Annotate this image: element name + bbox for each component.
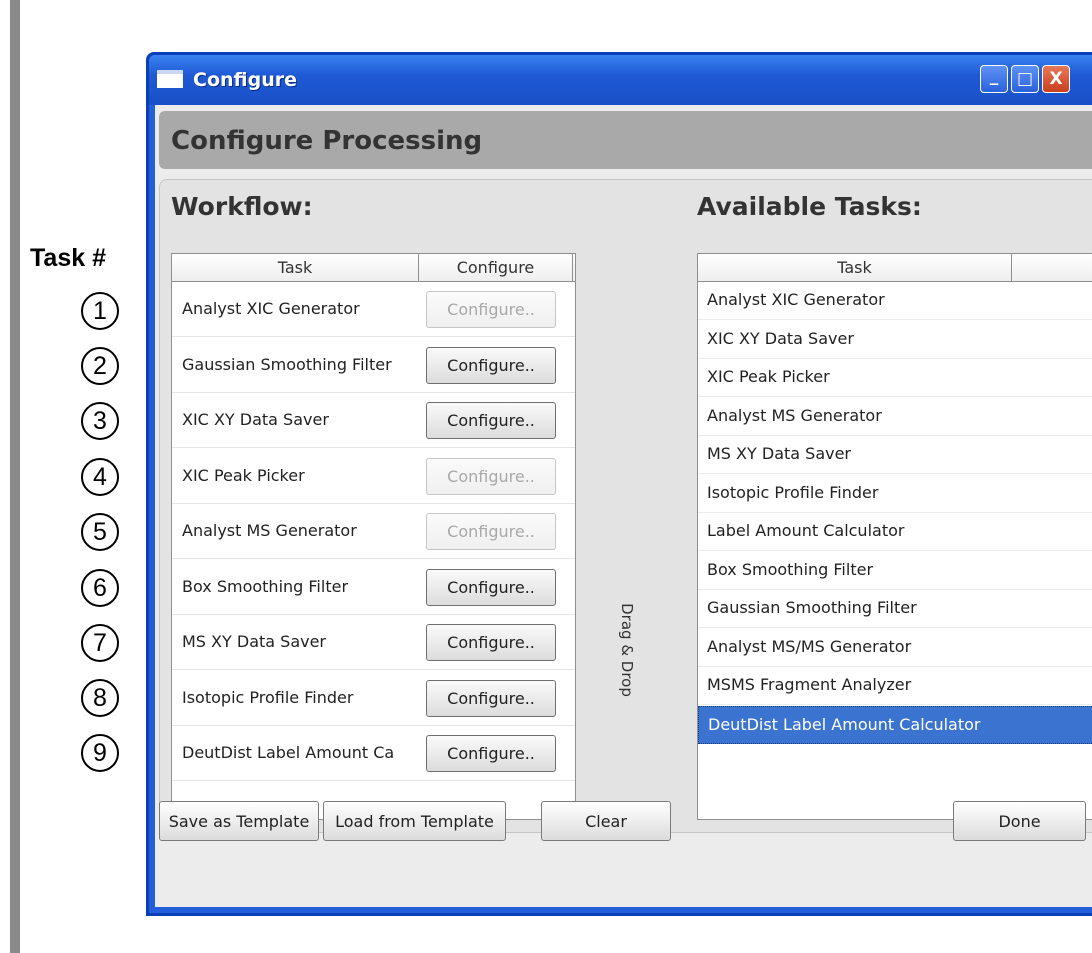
workflow-heading: Workflow:	[171, 192, 313, 221]
task-number-3: 3	[81, 402, 119, 440]
page-title: Configure Processing	[171, 126, 483, 156]
task-number-2: 2	[81, 347, 119, 385]
workflow-task-name: Box Smoothing Filter	[182, 576, 349, 596]
available-tasks-grid[interactable]: Task Analyst XIC Generator XIC XY Data Sa…	[697, 253, 1092, 820]
workflow-grid-header: Task Configure	[172, 254, 575, 282]
workflow-task-name: Gaussian Smoothing Filter	[182, 354, 392, 374]
workflow-task-name: XIC XY Data Saver	[182, 410, 329, 429]
configure-button[interactable]: Configure..	[426, 402, 556, 439]
available-task-name: MSMS Fragment Analyzer	[707, 675, 912, 694]
workflow-row[interactable]: DeutDist Label Amount Ca Configure..	[172, 726, 575, 781]
available-task-name: Isotopic Profile Finder	[707, 482, 879, 502]
task-number-9: 9	[81, 734, 119, 772]
workflow-task-name: MS XY Data Saver	[182, 632, 327, 651]
drag-drop-label: Drag & Drop	[618, 603, 636, 697]
available-task-name: Analyst XIC Generator	[707, 290, 885, 309]
workflow-task-name: Isotopic Profile Finder	[182, 687, 354, 707]
task-number-4: 4	[81, 458, 119, 496]
task-number-7: 7	[81, 624, 119, 662]
configure-button: Configure..	[426, 291, 556, 328]
load-from-template-button[interactable]: Load from Template	[323, 801, 506, 841]
configure-button[interactable]: Configure..	[426, 346, 556, 384]
configure-button: Configure..	[426, 457, 556, 495]
task-number-heading: Task #	[30, 244, 106, 272]
title-bar[interactable]: Configure _ □ X	[149, 55, 1092, 105]
workflow-task-name: DeutDist Label Amount Ca	[182, 743, 395, 762]
available-task-item[interactable]: Analyst MS Generator	[698, 398, 1092, 436]
workflow-row[interactable]: Isotopic Profile Finder Configure..	[172, 671, 575, 726]
available-task-item[interactable]: Box Smoothing Filter	[698, 552, 1092, 590]
minimize-button[interactable]: _	[980, 65, 1008, 93]
available-col-extra[interactable]	[1012, 254, 1092, 281]
available-task-name: Gaussian Smoothing Filter	[707, 598, 917, 617]
available-task-item[interactable]: MSMS Fragment Analyzer	[698, 667, 1092, 705]
available-task-item[interactable]: Label Amount Calculator	[698, 513, 1092, 551]
available-task-item[interactable]: XIC XY Data Saver	[698, 321, 1092, 359]
available-task-item[interactable]: Isotopic Profile Finder	[698, 475, 1092, 513]
workflow-task-name: Analyst XIC Generator	[182, 299, 360, 318]
available-col-task[interactable]: Task	[698, 254, 1012, 281]
task-number-8: 8	[81, 679, 119, 717]
available-task-name: Analyst MS/MS Generator	[707, 636, 912, 656]
window-icon	[157, 70, 183, 88]
task-number-5: 5	[81, 513, 119, 551]
maximize-button[interactable]: □	[1011, 65, 1039, 93]
minimize-icon: _	[989, 66, 999, 86]
workflow-row[interactable]: Box Smoothing Filter Configure..	[172, 560, 575, 615]
configure-button[interactable]: Configure..	[426, 735, 556, 772]
available-task-name: XIC Peak Picker	[707, 367, 830, 386]
task-number-6: 6	[81, 569, 119, 607]
available-task-item[interactable]: Analyst MS/MS Generator	[698, 629, 1092, 667]
configure-button[interactable]: Configure..	[426, 624, 556, 661]
configure-window: Configure _ □ X Configure Processing Wor…	[146, 52, 1092, 916]
available-task-item[interactable]: Gaussian Smoothing Filter	[698, 590, 1092, 628]
workflow-col-task[interactable]: Task	[172, 254, 419, 281]
available-task-name: Label Amount Calculator	[707, 521, 905, 540]
window-client-area: Configure Processing Workflow: Available…	[155, 105, 1092, 907]
workflow-row[interactable]: XIC Peak Picker Configure..	[172, 449, 575, 504]
available-task-item[interactable]: DeutDist Label Amount Calculator	[698, 705, 1092, 744]
save-as-template-button[interactable]: Save as Template	[159, 801, 319, 841]
clear-button[interactable]: Clear	[541, 801, 671, 841]
available-grid-header: Task	[698, 254, 1092, 282]
workflow-row[interactable]: MS XY Data Saver Configure..	[172, 615, 575, 670]
close-button[interactable]: X	[1042, 65, 1070, 93]
done-button[interactable]: Done	[953, 801, 1086, 841]
workflow-task-name: Analyst MS Generator	[182, 521, 357, 540]
available-task-name: XIC XY Data Saver	[707, 328, 854, 348]
workflow-row[interactable]: Analyst XIC Generator Configure..	[172, 282, 575, 337]
left-border-bar	[10, 0, 20, 953]
maximize-icon: □	[1016, 69, 1034, 89]
available-task-name: DeutDist Label Amount Calculator	[708, 714, 981, 734]
workflow-row[interactable]: XIC XY Data Saver Configure..	[172, 393, 575, 448]
workflow-task-name: XIC Peak Picker	[182, 465, 305, 485]
workflow-grid[interactable]: Task Configure Analyst XIC Generator Conf…	[171, 253, 576, 820]
available-tasks-heading: Available Tasks:	[697, 192, 922, 221]
available-task-name: MS XY Data Saver	[707, 444, 852, 463]
available-task-item[interactable]: MS XY Data Saver	[698, 436, 1092, 474]
available-task-name: Box Smoothing Filter	[707, 559, 874, 579]
workflow-row[interactable]: Analyst MS Generator Configure..	[172, 504, 575, 559]
configure-button: Configure..	[426, 513, 556, 550]
available-task-name: Analyst MS Generator	[707, 405, 882, 425]
configure-button[interactable]: Configure..	[426, 679, 556, 717]
close-icon: X	[1049, 69, 1063, 89]
main-panel: Workflow: Available Tasks: Task Configur…	[159, 179, 1092, 833]
window-title: Configure	[193, 69, 297, 91]
drag-drop-hint: Drag & Drop	[612, 580, 642, 720]
workflow-row[interactable]: Gaussian Smoothing Filter Configure..	[172, 338, 575, 393]
configure-button[interactable]: Configure..	[426, 568, 556, 606]
header-band: Configure Processing	[159, 111, 1092, 169]
task-number-1: 1	[81, 292, 119, 330]
workflow-col-configure[interactable]: Configure	[419, 254, 573, 281]
available-task-item[interactable]: XIC Peak Picker	[698, 359, 1092, 397]
available-task-item[interactable]: Analyst XIC Generator	[698, 282, 1092, 320]
